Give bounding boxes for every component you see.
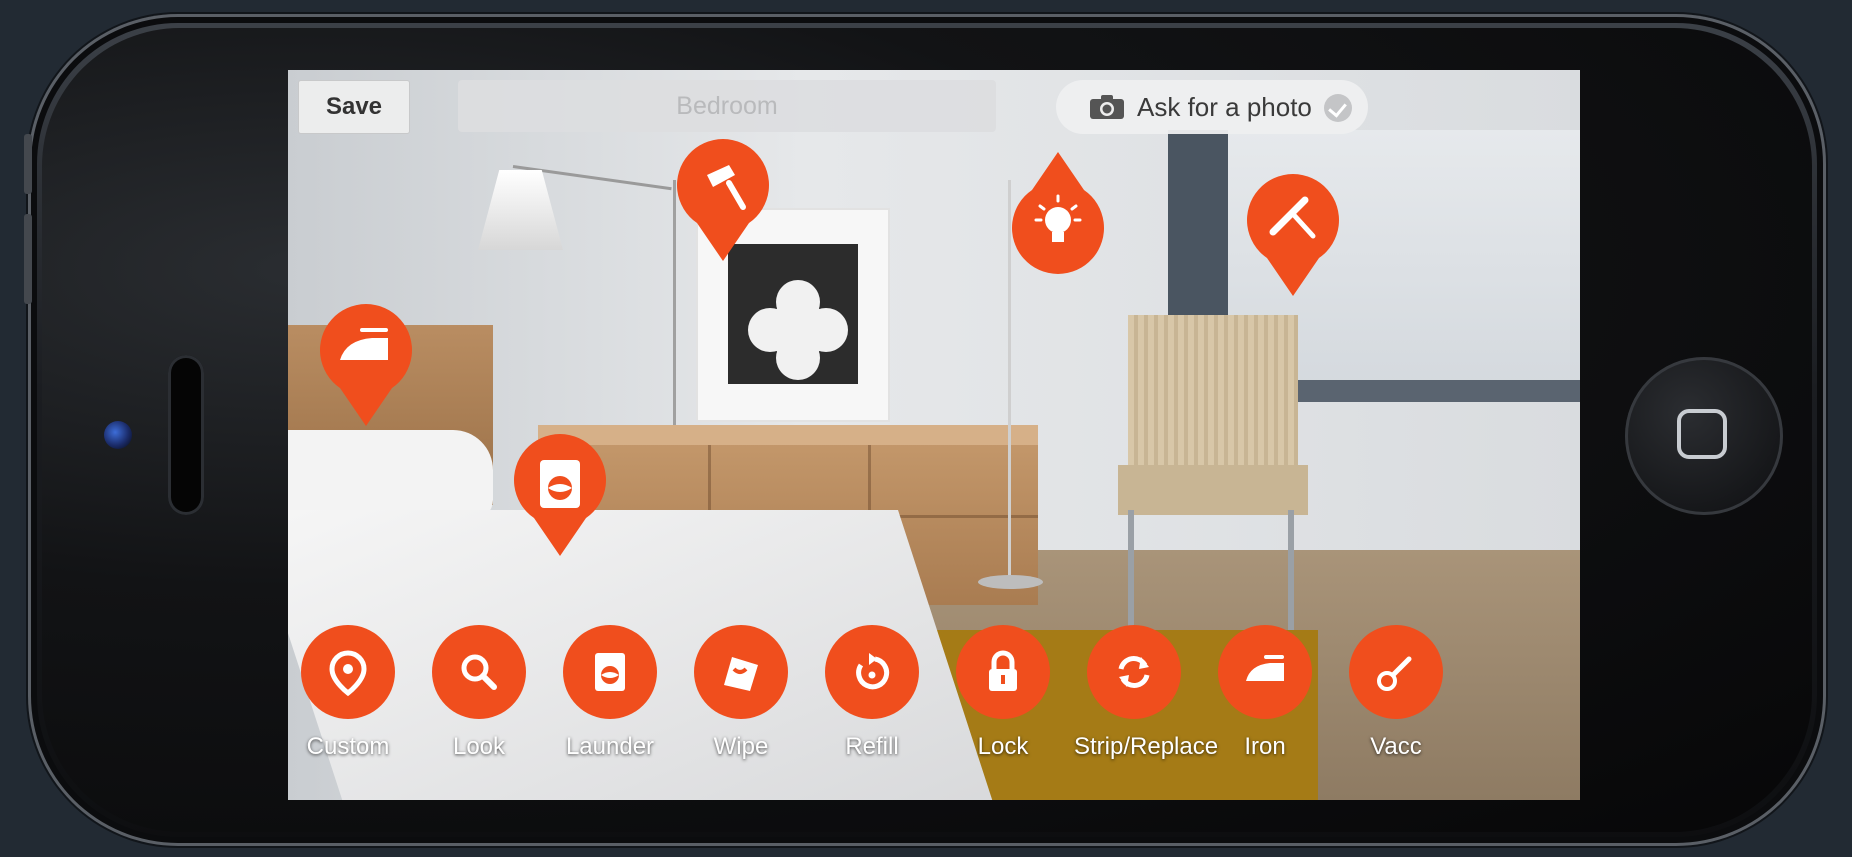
floor-lamp-base <box>978 575 1043 589</box>
tool-label: Wipe <box>713 733 769 760</box>
home-button[interactable] <box>1625 357 1783 515</box>
top-bar: Save Bedroom Ask for a photo <box>288 70 1580 140</box>
tool-lock[interactable]: Lock <box>943 625 1063 761</box>
chair-back <box>1128 315 1298 465</box>
tool-label: Launder <box>565 733 655 760</box>
tool-label: Lock <box>977 733 1029 760</box>
tool-vacuum[interactable]: Vacc <box>1336 625 1456 761</box>
save-button[interactable]: Save <box>298 80 410 134</box>
iron-icon <box>1218 625 1312 719</box>
check-icon <box>1324 94 1352 122</box>
pillow <box>288 430 493 520</box>
tool-label: Iron <box>1244 733 1286 760</box>
side-button <box>24 214 32 304</box>
lightbulb-icon <box>1012 152 1104 274</box>
app-screen: Save Bedroom Ask for a photo Custom Look… <box>288 70 1580 800</box>
speaker-grille <box>168 355 204 515</box>
tool-refill[interactable]: Refill <box>812 625 932 761</box>
vacuum-icon <box>1349 625 1443 719</box>
chair-leg <box>1128 510 1134 630</box>
custom-pin-icon <box>301 625 395 719</box>
wipe-icon <box>694 625 788 719</box>
ask-for-photo-label: Ask for a photo <box>1137 91 1312 122</box>
tool-wipe[interactable]: Wipe <box>681 625 801 761</box>
tool-strip-replace[interactable]: Strip/Replace <box>1074 625 1219 761</box>
iron-icon <box>320 304 412 426</box>
tool-launder[interactable]: Launder <box>550 625 670 761</box>
washing-machine-icon <box>514 434 606 556</box>
chair-leg <box>1288 510 1294 630</box>
tool-label: Custom <box>306 733 390 760</box>
search-icon <box>432 625 526 719</box>
chair-seat <box>1118 465 1308 515</box>
tool-label: Strip/Replace <box>1074 733 1219 760</box>
side-button <box>24 134 32 194</box>
flower-artwork <box>768 300 828 360</box>
tool-label: Look <box>452 733 506 760</box>
squeegee-icon <box>1247 174 1339 296</box>
front-camera <box>104 421 132 449</box>
lock-icon <box>956 625 1050 719</box>
washing-machine-icon <box>563 625 657 719</box>
tool-custom[interactable]: Custom <box>288 625 408 761</box>
tool-iron[interactable]: Iron <box>1205 625 1325 761</box>
pin-duster[interactable] <box>673 135 773 263</box>
action-toolbar: Custom Look Launder Wipe Refill Lock Str… <box>288 625 1580 800</box>
tool-label: Refill <box>845 733 899 760</box>
pin-lightbulb[interactable] <box>1008 150 1108 278</box>
room-name-field[interactable]: Bedroom <box>458 80 996 132</box>
pin-iron[interactable] <box>316 300 416 428</box>
tool-look[interactable]: Look <box>419 625 539 761</box>
duster-icon <box>677 139 769 261</box>
tool-label: Vacc <box>1370 733 1422 760</box>
ask-for-photo-button[interactable]: Ask for a photo <box>1056 80 1368 134</box>
pin-washing-machine[interactable] <box>510 430 610 558</box>
pin-squeegee[interactable] <box>1243 170 1343 298</box>
strip-replace-icon <box>1087 625 1181 719</box>
refill-icon <box>825 625 919 719</box>
camera-icon <box>1090 95 1124 119</box>
